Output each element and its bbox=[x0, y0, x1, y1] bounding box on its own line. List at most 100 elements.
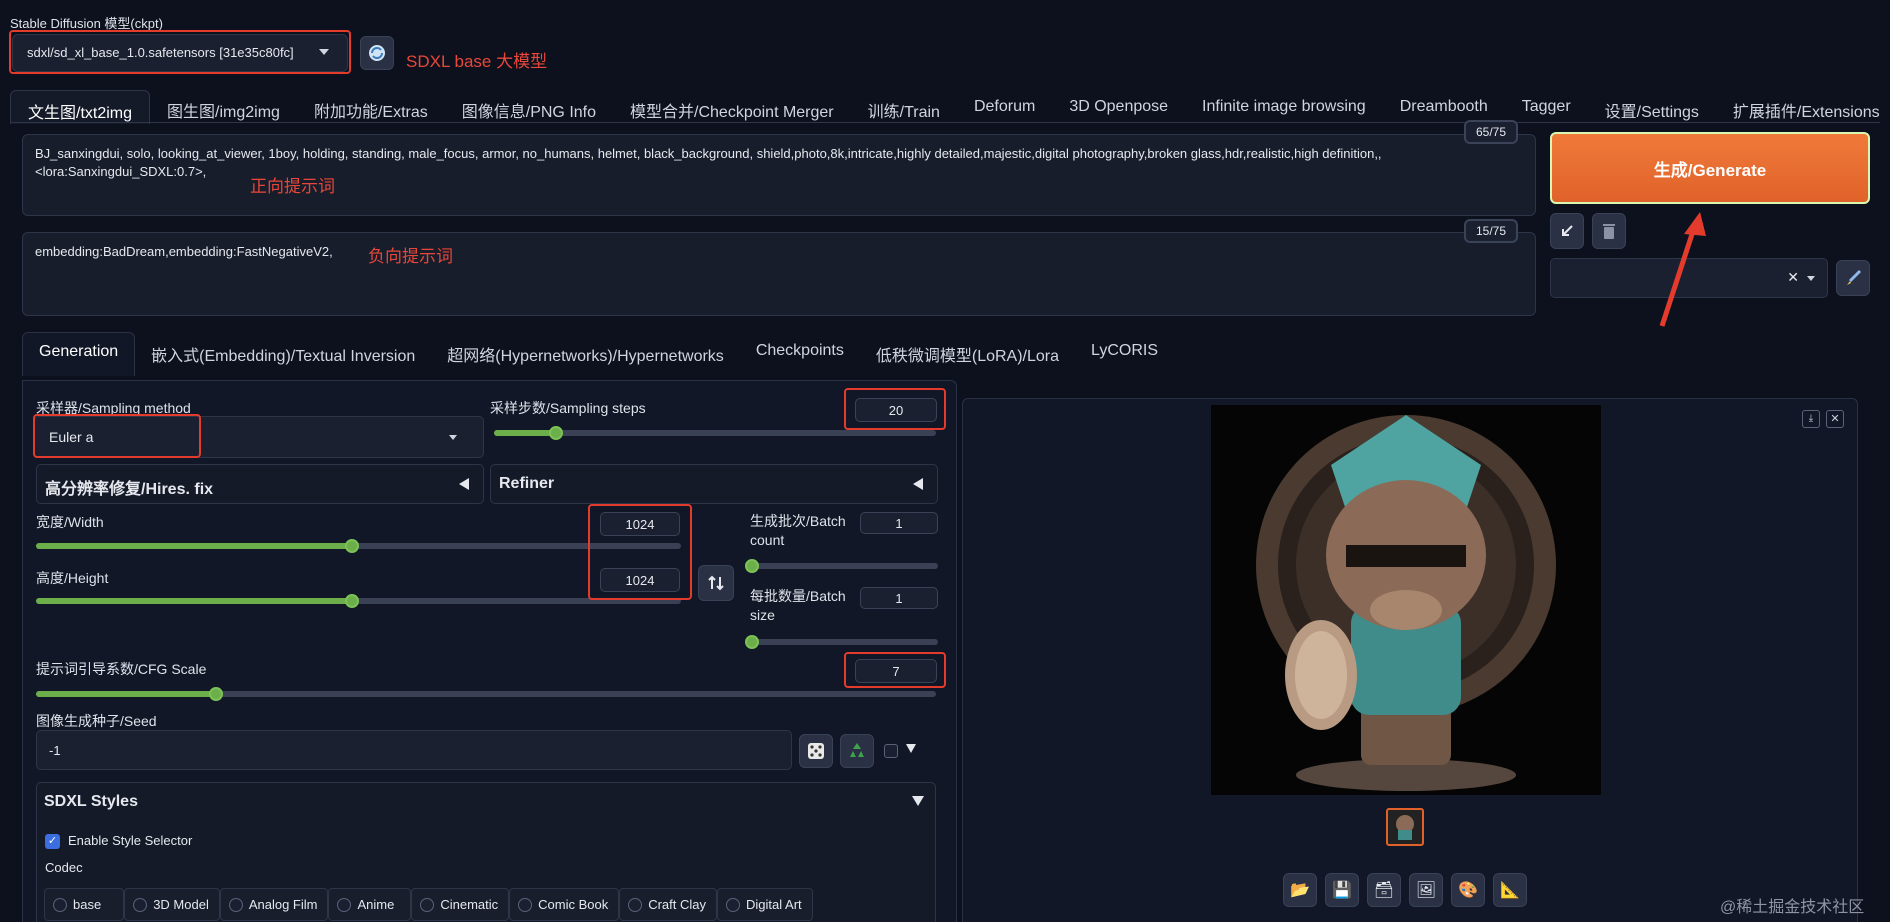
send-to-img2img-button[interactable]: 🖼 bbox=[1409, 873, 1443, 907]
batch-size-input[interactable]: 1 bbox=[860, 587, 938, 609]
zip-button[interactable]: 🗃 bbox=[1367, 873, 1401, 907]
style-option-base[interactable]: base bbox=[44, 888, 125, 921]
tab-deforum[interactable]: Deforum bbox=[957, 90, 1052, 124]
subtab-lycoris[interactable]: LyCORIS bbox=[1075, 332, 1174, 376]
subtab-embedding[interactable]: 嵌入式(Embedding)/Textual Inversion bbox=[135, 332, 431, 376]
extra-seed-toggle-icon[interactable] bbox=[906, 744, 916, 753]
width-input[interactable]: 1024 bbox=[600, 512, 680, 536]
palette-icon: 🎨 bbox=[1458, 882, 1478, 899]
steps-slider-thumb[interactable] bbox=[548, 426, 563, 440]
cfg-slider[interactable] bbox=[36, 687, 936, 701]
seed-input[interactable]: -1 bbox=[36, 730, 792, 770]
sampler-select[interactable]: Euler a bbox=[34, 416, 484, 458]
hires-fix-accordion[interactable]: 高分辨率修复/Hires. fix bbox=[36, 464, 484, 504]
positive-token-counter: 65/75 bbox=[1464, 120, 1519, 144]
height-input[interactable]: 1024 bbox=[600, 568, 680, 592]
reuse-seed-button[interactable] bbox=[840, 734, 874, 768]
main-tabs: 文生图/txt2img 图生图/img2img 附加功能/Extras 图像信息… bbox=[10, 90, 1890, 124]
thumbnail-preview-icon bbox=[1396, 815, 1414, 840]
warrior-figure-image bbox=[1256, 415, 1556, 791]
tab-png-info[interactable]: 图像信息/PNG Info bbox=[445, 90, 613, 124]
model-select[interactable]: sdxl/sd_xl_base_1.0.safetensors [31e35c8… bbox=[12, 34, 348, 72]
height-slider[interactable] bbox=[36, 594, 681, 608]
apply-style-button[interactable] bbox=[1836, 260, 1870, 296]
style-option-anime[interactable]: Anime bbox=[328, 888, 412, 921]
tab-3d-openpose[interactable]: 3D Openpose bbox=[1052, 90, 1185, 124]
positive-prompt-line1: BJ_sanxingdui, solo, looking_at_viewer, … bbox=[35, 146, 1382, 161]
extra-seed-checkbox[interactable] bbox=[884, 744, 898, 758]
width-slider[interactable] bbox=[36, 539, 681, 553]
height-slider-thumb[interactable] bbox=[345, 594, 360, 608]
clear-prompt-button[interactable] bbox=[1592, 213, 1626, 249]
download-icon[interactable]: ⤓ bbox=[1802, 410, 1820, 428]
radio-circle bbox=[726, 898, 741, 912]
style-option-digital-art[interactable]: Digital Art bbox=[717, 888, 813, 921]
height-slider-fill bbox=[36, 598, 353, 604]
style-option-label: Comic Book bbox=[538, 897, 609, 912]
tab-txt2img[interactable]: 文生图/txt2img bbox=[10, 90, 151, 124]
style-option-label: base bbox=[73, 897, 102, 912]
send-to-extras-button[interactable]: 📐 bbox=[1493, 873, 1527, 907]
watermark-text: @稀土掘金技术社区 bbox=[1720, 899, 1865, 916]
steps-input[interactable]: 20 bbox=[855, 398, 937, 422]
radio-circle bbox=[337, 898, 352, 912]
tab-extensions[interactable]: 扩展插件/Extensions bbox=[1716, 90, 1890, 124]
batch-size-slider-thumb[interactable] bbox=[745, 635, 759, 649]
subtab-hypernetworks[interactable]: 超网络(Hypernetworks)/Hypernetworks bbox=[431, 332, 740, 376]
generated-image[interactable] bbox=[1211, 405, 1601, 795]
cfg-slider-thumb[interactable] bbox=[209, 687, 223, 701]
style-option-cinematic[interactable]: Cinematic bbox=[411, 888, 510, 921]
batch-count-input[interactable]: 1 bbox=[860, 512, 938, 534]
trash-icon bbox=[1603, 224, 1615, 239]
chevron-down-icon bbox=[449, 435, 457, 440]
radio-circle bbox=[228, 898, 243, 912]
tab-tagger[interactable]: Tagger bbox=[1505, 90, 1588, 124]
tab-checkpoint-merger[interactable]: 模型合并/Checkpoint Merger bbox=[613, 90, 851, 124]
collapse-left-icon bbox=[913, 478, 923, 490]
cfg-input[interactable]: 7 bbox=[855, 659, 937, 683]
send-to-inpaint-button[interactable]: 🎨 bbox=[1451, 873, 1485, 907]
open-folder-button[interactable]: 📂 bbox=[1283, 873, 1317, 907]
folder-icon: 📂 bbox=[1290, 882, 1310, 899]
tab-train[interactable]: 训练/Train bbox=[851, 90, 957, 124]
refresh-model-button[interactable] bbox=[360, 36, 394, 70]
generate-button[interactable]: 生成/Generate bbox=[1550, 132, 1870, 204]
width-slider-thumb[interactable] bbox=[345, 539, 360, 553]
save-button[interactable]: 💾 bbox=[1325, 873, 1359, 907]
style-option-label: Anime bbox=[357, 897, 395, 912]
negative-prompt-input[interactable]: embedding:BadDream,embedding:FastNegativ… bbox=[22, 232, 1536, 316]
refiner-accordion[interactable]: Refiner bbox=[490, 464, 938, 504]
brush-icon bbox=[1847, 269, 1862, 285]
steps-slider[interactable] bbox=[494, 426, 936, 440]
style-option-3d-model[interactable]: 3D Model bbox=[124, 888, 220, 921]
subtab-checkpoints[interactable]: Checkpoints bbox=[740, 332, 860, 376]
paste-params-button[interactable] bbox=[1550, 213, 1584, 249]
codec-label: Codec bbox=[45, 860, 83, 875]
height-label: 高度/Height bbox=[36, 570, 109, 586]
clear-icon[interactable]: ✕ bbox=[1787, 269, 1799, 286]
style-option-comic-book[interactable]: Comic Book bbox=[509, 888, 620, 921]
batch-count-slider-thumb[interactable] bbox=[745, 559, 759, 573]
save-icon: 💾 bbox=[1332, 882, 1352, 899]
tab-settings[interactable]: 设置/Settings bbox=[1588, 90, 1716, 124]
subtab-lora[interactable]: 低秩微调模型(LoRA)/Lora bbox=[860, 332, 1075, 376]
style-option-analog-film[interactable]: Analog Film bbox=[219, 888, 329, 921]
tab-infinite-image-browsing[interactable]: Infinite image browsing bbox=[1185, 90, 1383, 124]
sdxl-styles-header[interactable]: SDXL Styles bbox=[36, 782, 936, 822]
model-annotation-note: SDXL base 大模型 bbox=[406, 52, 548, 71]
batch-size-slider[interactable] bbox=[745, 635, 938, 649]
close-icon[interactable]: ✕ bbox=[1826, 410, 1844, 428]
tab-extras[interactable]: 附加功能/Extras bbox=[297, 90, 445, 124]
swap-dimensions-button[interactable] bbox=[698, 565, 734, 601]
dice-icon bbox=[808, 743, 824, 759]
image-thumbnail[interactable] bbox=[1386, 808, 1424, 846]
batch-count-slider[interactable] bbox=[745, 559, 938, 573]
random-seed-button[interactable] bbox=[799, 734, 833, 768]
tab-dreambooth[interactable]: Dreambooth bbox=[1383, 90, 1505, 124]
style-option-craft-clay[interactable]: Craft Clay bbox=[619, 888, 718, 921]
subtab-generation[interactable]: Generation bbox=[22, 332, 136, 376]
tab-img2img[interactable]: 图生图/img2img bbox=[150, 90, 297, 124]
radio-circle bbox=[133, 898, 148, 912]
refiner-label: Refiner bbox=[499, 475, 555, 492]
enable-style-checkbox[interactable]: ✓ bbox=[45, 834, 60, 849]
